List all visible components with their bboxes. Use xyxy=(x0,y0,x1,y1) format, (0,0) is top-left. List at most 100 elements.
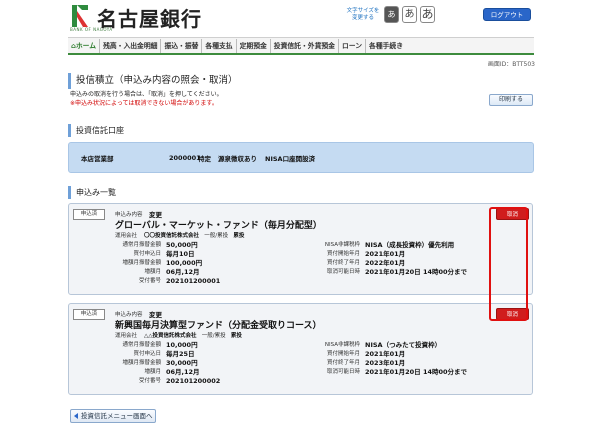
card-details-left: 通常月振替金額 10,000円 買付申込日 毎月25日 増額月振替金額 30,000円… xyxy=(115,341,315,386)
main-nav: ⌂ホーム 残高・入出金明細 振込・振替 各種支払 定期預金 投資信託・外貨預金 … xyxy=(68,37,534,55)
status-badge: 申込済 xyxy=(73,209,105,220)
detail-value: 2022年01月 xyxy=(365,259,406,267)
cancel-buttons-highlight xyxy=(489,207,528,321)
nav-item-time-deposit[interactable]: 定期預金 xyxy=(237,38,271,53)
back-button-label: 投資信託メニュー画面へ xyxy=(81,412,153,420)
detail-label: NISA非課税枠 xyxy=(324,242,360,248)
detail-label: 増額月振替金額 xyxy=(122,260,161,266)
company-value: △△投資信託株式会社 xyxy=(144,333,197,339)
detail-label: 買付終了年月 xyxy=(326,360,360,366)
status-badge: 申込済 xyxy=(73,309,105,320)
cancel-warning: ※申込み状況によっては取消できない場合があります。 xyxy=(70,100,218,107)
company-row: 運用会社 △△投資信託株式会社 一般/累投 累投 xyxy=(115,331,242,339)
detail-label: 取消可能日時 xyxy=(326,369,360,375)
nav-item-loan[interactable]: ローン xyxy=(339,38,367,53)
detail-label: NISA非課税枠 xyxy=(324,342,360,348)
account-section-title: 投資信託口座 xyxy=(68,124,534,137)
detail-row: NISA非課税枠 NISA（つみたて投資枠） xyxy=(301,341,533,350)
detail-label: 買付申込日 xyxy=(133,351,161,357)
detail-row: 通常月振替金額 50,000円 xyxy=(115,241,315,250)
detail-label: 通常月振替金額 xyxy=(122,342,161,348)
nav-item-payment[interactable]: 各種支払 xyxy=(202,38,237,53)
font-size-large-button[interactable]: あ xyxy=(420,6,435,23)
detail-row: 買付申込日 毎月10日 xyxy=(115,250,315,259)
detail-label: 取消可能日時 xyxy=(326,269,360,275)
detail-value: 2021年01月 xyxy=(365,250,406,258)
back-arrow-icon xyxy=(74,413,78,419)
detail-value: 202101200002 xyxy=(166,377,221,385)
detail-label: 増額月 xyxy=(144,369,161,375)
content-label: 申込み内容 xyxy=(115,312,143,318)
fund-course: 累投 xyxy=(233,233,245,239)
nav-item-procedures[interactable]: 各種手続き xyxy=(366,39,406,53)
fund-category: 一般/累投 xyxy=(201,333,226,339)
bank-logo-icon xyxy=(72,5,88,27)
account-info: 本店営業部 2000001 特定 源泉徴収あり NISA口座開設済 xyxy=(68,142,534,173)
header: BANK OF NAGOYA 名古屋銀行 文字サイズを 変更する あ あ あ ロ… xyxy=(0,0,600,36)
account-branch: 本店営業部 xyxy=(81,154,114,163)
back-to-investment-menu-button[interactable]: 投資信託メニュー画面へ xyxy=(70,409,156,423)
page-notes: 申込みの取消を行う場合は、「取消」を押してください。 ※申込み状況によっては取消… xyxy=(70,90,223,108)
page-title: 投信積立（申込み内容の照会・取消） xyxy=(68,73,534,89)
detail-row: 増額月 06月,12月 xyxy=(115,368,315,377)
account-number: 2000001 xyxy=(169,153,201,162)
fund-name: グローバル・マーケット・ファンド（毎月分配型） xyxy=(115,221,322,231)
detail-label: 買付終了年月 xyxy=(326,260,360,266)
detail-value: 10,000円 xyxy=(166,341,198,349)
print-button[interactable]: 印刷する xyxy=(489,94,533,106)
detail-row: 受付番号 202101200001 xyxy=(115,277,315,286)
detail-value: 2021年01月20日 14時00分まで xyxy=(365,368,468,376)
account-tax: 源泉徴収あり xyxy=(218,154,257,163)
detail-value: 2023年01月 xyxy=(365,359,406,367)
company-label: 運用会社 xyxy=(115,233,138,239)
content-label: 申込み内容 xyxy=(115,212,143,218)
detail-row: 増額月振替金額 100,000円 xyxy=(115,259,315,268)
account-type: 特定 xyxy=(198,154,211,163)
detail-value: 202101200001 xyxy=(166,277,221,285)
detail-row: 買付終了年月 2023年01月 xyxy=(301,359,533,368)
detail-value: 毎月10日 xyxy=(166,250,195,258)
company-row: 運用会社 〇〇投資信託株式会社 一般/累投 累投 xyxy=(115,231,244,239)
nav-item-transfer[interactable]: 振込・振替 xyxy=(161,38,203,53)
detail-value: 06月,12月 xyxy=(166,368,200,376)
detail-label: 受付番号 xyxy=(138,378,161,384)
application-card: 申込済 申込み内容 変更 グローバル・マーケット・ファンド（毎月分配型） 運用会… xyxy=(68,203,533,295)
font-size-label-line2: 変更する xyxy=(351,15,374,21)
detail-value: 毎月25日 xyxy=(166,350,195,358)
card-details-left: 通常月振替金額 50,000円 買付申込日 毎月10日 増額月振替金額 100,000… xyxy=(115,241,315,286)
detail-value: 30,000円 xyxy=(166,359,198,367)
detail-value: 2021年01月 xyxy=(365,350,406,358)
screen-id: 画面ID：BTT503 xyxy=(487,61,535,68)
company-value: 〇〇投資信託株式会社 xyxy=(144,233,200,239)
account-nisa: NISA口座開設済 xyxy=(265,154,316,163)
font-size-label: 文字サイズを 変更する xyxy=(346,8,380,22)
detail-row: 買付申込日 毎月25日 xyxy=(115,350,315,359)
detail-value: 06月,12月 xyxy=(166,268,200,276)
detail-value: 100,000円 xyxy=(166,259,203,267)
fund-course: 累投 xyxy=(230,333,242,339)
detail-row: 増額月 06月,12月 xyxy=(115,268,315,277)
logout-button[interactable]: ログアウト xyxy=(483,8,531,21)
nav-item-balance[interactable]: 残高・入出金明細 xyxy=(100,38,162,53)
detail-row: 受付番号 202101200002 xyxy=(115,377,315,386)
company-label: 運用会社 xyxy=(115,333,138,339)
detail-row: 通常月振替金額 10,000円 xyxy=(115,341,315,350)
detail-label: 増額月 xyxy=(144,269,161,275)
detail-row: 増額月振替金額 30,000円 xyxy=(115,359,315,368)
font-size-medium-button[interactable]: あ xyxy=(402,6,417,23)
detail-value: NISA（成長投資枠）優先利用 xyxy=(365,241,455,249)
nav-item-investment[interactable]: 投資信託・外貨預金 xyxy=(271,38,339,53)
application-list-title: 申込み一覧 xyxy=(68,186,534,199)
nav-item-home[interactable]: ⌂ホーム xyxy=(68,38,101,53)
fund-category: 一般/累投 xyxy=(204,233,229,239)
font-size-small-button[interactable]: あ xyxy=(384,6,399,23)
font-size-label-line1: 文字サイズを xyxy=(346,8,380,14)
fund-name: 新興国毎月決算型ファンド（分配金受取りコース） xyxy=(115,321,322,331)
detail-label: 買付開始年月 xyxy=(326,351,360,357)
detail-label: 増額月振替金額 xyxy=(122,360,161,366)
detail-value: 2021年01月20日 14時00分まで xyxy=(365,268,468,276)
detail-label: 買付申込日 xyxy=(133,251,161,257)
card-details-right: NISA非課税枠 NISA（つみたて投資枠） 買付開始年月 2021年01月 買付終… xyxy=(301,341,533,377)
detail-value: 50,000円 xyxy=(166,241,198,249)
application-card: 申込済 申込み内容 変更 新興国毎月決算型ファンド（分配金受取りコース） 運用会… xyxy=(68,303,533,395)
